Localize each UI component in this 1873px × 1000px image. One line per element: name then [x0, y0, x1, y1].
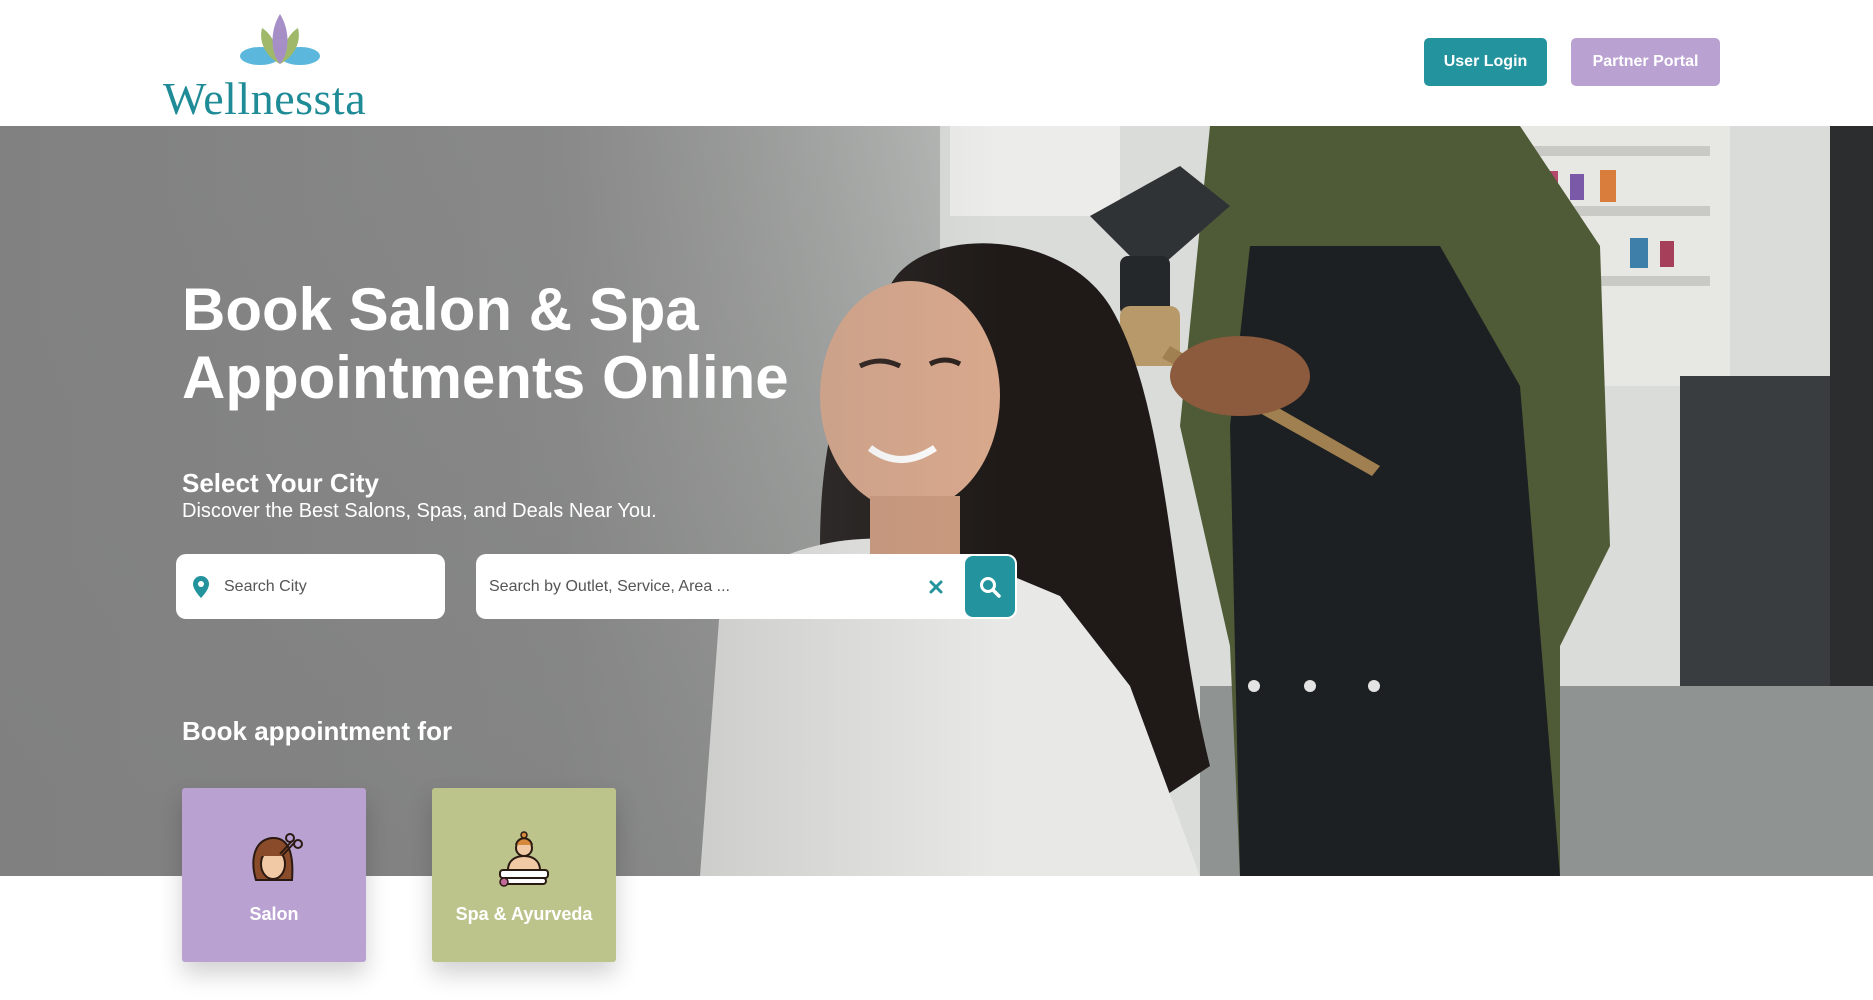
category-label-salon: Salon [249, 904, 299, 924]
category-card-spa[interactable]: Spa & Ayurveda [432, 788, 616, 962]
salon-icon [252, 833, 303, 881]
category-label-spa: Spa & Ayurveda [455, 904, 593, 924]
hero-title-line-2: Appointments Online [182, 344, 789, 411]
hero-title-line-1: Book Salon & Spa [182, 276, 699, 343]
clear-search-icon[interactable] [921, 580, 951, 594]
user-login-button[interactable]: User Login [1424, 38, 1547, 86]
outlet-search-input[interactable]: Search by Outlet, Service, Area ... [476, 554, 1017, 619]
book-appointment-heading: Book appointment for [182, 716, 453, 746]
hero-section: Book Salon & Spa Appointments Online Sel… [0, 126, 1873, 876]
hero-title: Book Salon & Spa Appointments Online [182, 276, 902, 412]
city-search-placeholder: Search City [224, 577, 307, 595]
brand-logo[interactable]: Wellnessta [160, 12, 366, 124]
brand-name: Wellnessta [163, 73, 367, 124]
select-city-heading: Select Your City [182, 468, 379, 498]
category-card-salon[interactable]: Salon [182, 788, 366, 962]
search-button[interactable] [965, 556, 1015, 617]
spa-icon [499, 831, 549, 887]
partner-portal-button[interactable]: Partner Portal [1571, 38, 1720, 86]
outlet-search-placeholder: Search by Outlet, Service, Area ... [489, 577, 730, 595]
select-city-subheading: Discover the Best Salons, Spas, and Deal… [182, 500, 657, 522]
location-pin-icon [184, 575, 218, 598]
site-header: Wellnessta User Login Partner Portal [0, 0, 1873, 126]
lotus-icon [240, 14, 320, 65]
search-icon [980, 576, 1001, 598]
city-search-input[interactable]: Search City [176, 554, 445, 619]
